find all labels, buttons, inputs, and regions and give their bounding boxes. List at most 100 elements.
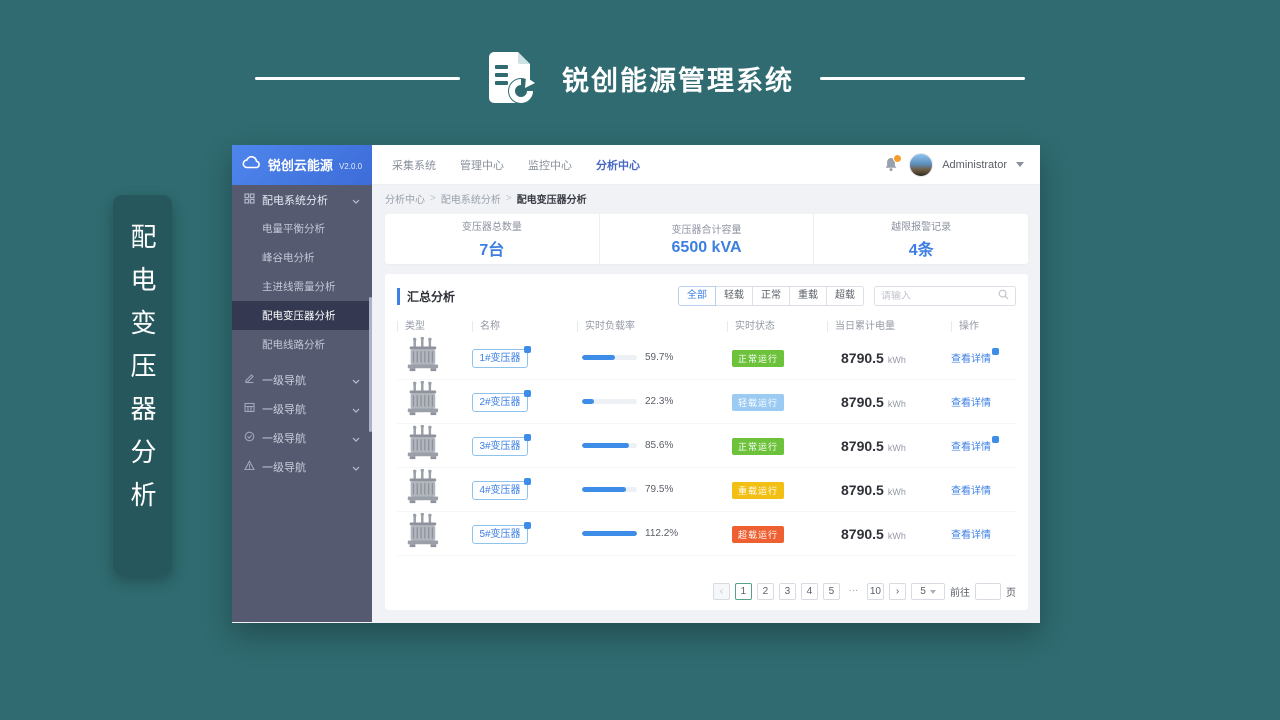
logo[interactable]: 锐创云能源 V2.0.0 <box>232 145 372 185</box>
status-badge: 轻载运行 <box>732 393 785 411</box>
view-detail-link[interactable]: 查看详情 <box>951 486 991 497</box>
topbar: 锐创云能源 V2.0.0 采集系统 管理中心 监控中心 分析中心 Adminis… <box>232 145 1040 185</box>
chevron-down-icon[interactable] <box>1016 162 1024 167</box>
table-row: 4#变压器 79.5% 重载运行 8790.5 kWh 查看详情 <box>397 468 1016 512</box>
app-body: 配电系统分析 电量平衡分析 峰谷电分析 主进线需量分析 配电变压器分析 配电线路… <box>232 185 1040 622</box>
logo-name: 锐创云能源 <box>267 158 333 173</box>
sidebar-item-transformer[interactable]: 配电变压器分析 <box>232 301 372 330</box>
sidebar-item-peak-valley[interactable]: 峰谷电分析 <box>232 243 372 272</box>
decorative-line-right <box>820 76 1025 80</box>
transformer-name-button[interactable]: 5#变压器 <box>472 521 531 544</box>
corner-badge <box>524 477 531 485</box>
view-detail-link[interactable]: 查看详情 <box>951 347 999 365</box>
page-unit-label: 页 <box>1006 588 1016 599</box>
chevron-down-icon <box>352 191 360 209</box>
status-badge: 重载运行 <box>732 481 785 499</box>
menu-item-manage[interactable]: 管理中心 <box>460 157 504 173</box>
filter-over[interactable]: 超载 <box>826 286 864 306</box>
sidebar-nav-1[interactable]: 一级导航 <box>232 365 372 394</box>
table-row: 1#变压器 59.7% 正常运行 8790.5 kWh 查看详情 <box>397 336 1016 380</box>
status-badge: 正常运行 <box>732 349 785 367</box>
stat-transformer-count: 变压器总数量 7台 <box>461 222 522 259</box>
search-icon[interactable] <box>998 287 1009 305</box>
page-button[interactable]: 4 <box>800 583 818 600</box>
user-name[interactable]: Administrator <box>942 159 1007 171</box>
pagination: ‹ 1 2 3 4 5 ··· 10 › 5 前往 页 <box>712 583 1016 600</box>
transformer-name-button[interactable]: 2#变压器 <box>472 389 531 412</box>
table-icon <box>244 400 255 418</box>
table-row: 2#变压器 22.3% 轻载运行 8790.5 kWh 查看详情 <box>397 380 1016 424</box>
menu-item-collect[interactable]: 采集系统 <box>392 157 436 173</box>
chevron-down-icon <box>352 400 360 418</box>
stats-card: 变压器总数量 7台 变压器合计容量 6500 kVA 越限报警记录 4条 <box>385 214 1028 264</box>
warning-icon <box>244 458 255 476</box>
chevron-down-icon <box>352 371 360 389</box>
notification-badge <box>893 153 903 163</box>
transformer-image <box>403 424 441 465</box>
menu-item-monitor[interactable]: 监控中心 <box>528 157 572 173</box>
goto-label: 前往 <box>950 588 970 599</box>
stat-alarm-records: 越限报警记录 4条 <box>813 214 1028 264</box>
corner-badge <box>524 433 531 441</box>
corner-badge <box>524 521 531 529</box>
decorative-line-left <box>255 76 460 80</box>
notification-bell-icon[interactable] <box>884 153 903 173</box>
filter-light[interactable]: 轻载 <box>715 286 753 306</box>
filter-heavy[interactable]: 重载 <box>789 286 827 306</box>
page-button[interactable]: 3 <box>778 583 796 600</box>
section-title: 汇总分析 <box>397 287 455 305</box>
transformer-name-button[interactable]: 1#变压器 <box>472 345 531 368</box>
transformer-image <box>403 512 441 553</box>
menu-item-analysis[interactable]: 分析中心 <box>596 157 640 173</box>
view-detail-link[interactable]: 查看详情 <box>951 398 991 409</box>
filter-normal[interactable]: 正常 <box>752 286 790 306</box>
load-progress <box>582 443 637 448</box>
sidebar-nav-2[interactable]: 一级导航 <box>232 394 372 423</box>
page-size-select[interactable]: 5 <box>911 583 945 600</box>
page-next-button[interactable]: › <box>889 583 906 600</box>
corner-badge <box>524 389 531 397</box>
stat-total-capacity: 变压器合计容量 6500 kVA <box>598 214 814 264</box>
view-detail-link[interactable]: 查看详情 <box>951 530 991 541</box>
page-button[interactable]: 5 <box>822 583 840 600</box>
sidebar-nav-4[interactable]: 一级导航 <box>232 452 372 481</box>
top-menu: 采集系统 管理中心 监控中心 分析中心 <box>372 157 640 173</box>
page-button[interactable]: 2 <box>756 583 774 600</box>
transformer-name-button[interactable]: 4#变压器 <box>472 477 531 500</box>
load-progress <box>582 399 637 404</box>
grid-icon <box>244 191 255 209</box>
status-badge: 超载运行 <box>732 525 785 543</box>
document-report-icon <box>486 50 536 106</box>
app-window: 锐创云能源 V2.0.0 采集系统 管理中心 监控中心 分析中心 Adminis… <box>232 145 1040 623</box>
page-button[interactable]: 1 <box>734 583 752 600</box>
view-detail-link[interactable]: 查看详情 <box>951 435 999 453</box>
summary-panel: 汇总分析 全部 轻载 正常 重载 超载 请输入 类型 名称 实时负载率 实时状态… <box>385 274 1028 610</box>
breadcrumb-item[interactable]: 配电系统分析 <box>441 191 501 206</box>
chevron-down-icon <box>352 429 360 447</box>
sidebar-item-main-demand[interactable]: 主进线需量分析 <box>232 272 372 301</box>
logo-version: V2.0.0 <box>338 161 363 171</box>
sidebar-group-power-analysis[interactable]: 配电系统分析 <box>232 185 372 214</box>
breadcrumb-item[interactable]: 分析中心 <box>385 191 425 206</box>
load-progress <box>582 355 637 360</box>
sidebar-nav-3[interactable]: 一级导航 <box>232 423 372 452</box>
load-progress <box>582 531 637 536</box>
sidebar-item-line[interactable]: 配电线路分析 <box>232 330 372 359</box>
transformer-image <box>403 380 441 421</box>
page-button[interactable]: 10 <box>866 583 884 600</box>
sidebar: 配电系统分析 电量平衡分析 峰谷电分析 主进线需量分析 配电变压器分析 配电线路… <box>232 185 372 622</box>
search-input[interactable] <box>881 290 994 302</box>
avatar[interactable] <box>909 152 934 177</box>
sidebar-item-balance[interactable]: 电量平衡分析 <box>232 214 372 243</box>
transformer-name-button[interactable]: 3#变压器 <box>472 433 531 456</box>
load-filter-group: 全部 轻载 正常 重载 超载 <box>678 286 864 306</box>
filter-all[interactable]: 全部 <box>678 286 716 306</box>
vertical-ribbon: 配电变压器分析 <box>113 195 172 575</box>
breadcrumb: 分析中心 > 配电系统分析 > 配电变压器分析 <box>385 191 587 206</box>
load-progress <box>582 487 637 492</box>
ribbon-title: 配电变压器分析 <box>127 223 157 524</box>
page-prev-button[interactable]: ‹ <box>712 583 730 600</box>
goto-page-input[interactable] <box>975 583 1001 600</box>
chevron-down-icon <box>352 458 360 476</box>
edit-icon <box>244 371 255 389</box>
